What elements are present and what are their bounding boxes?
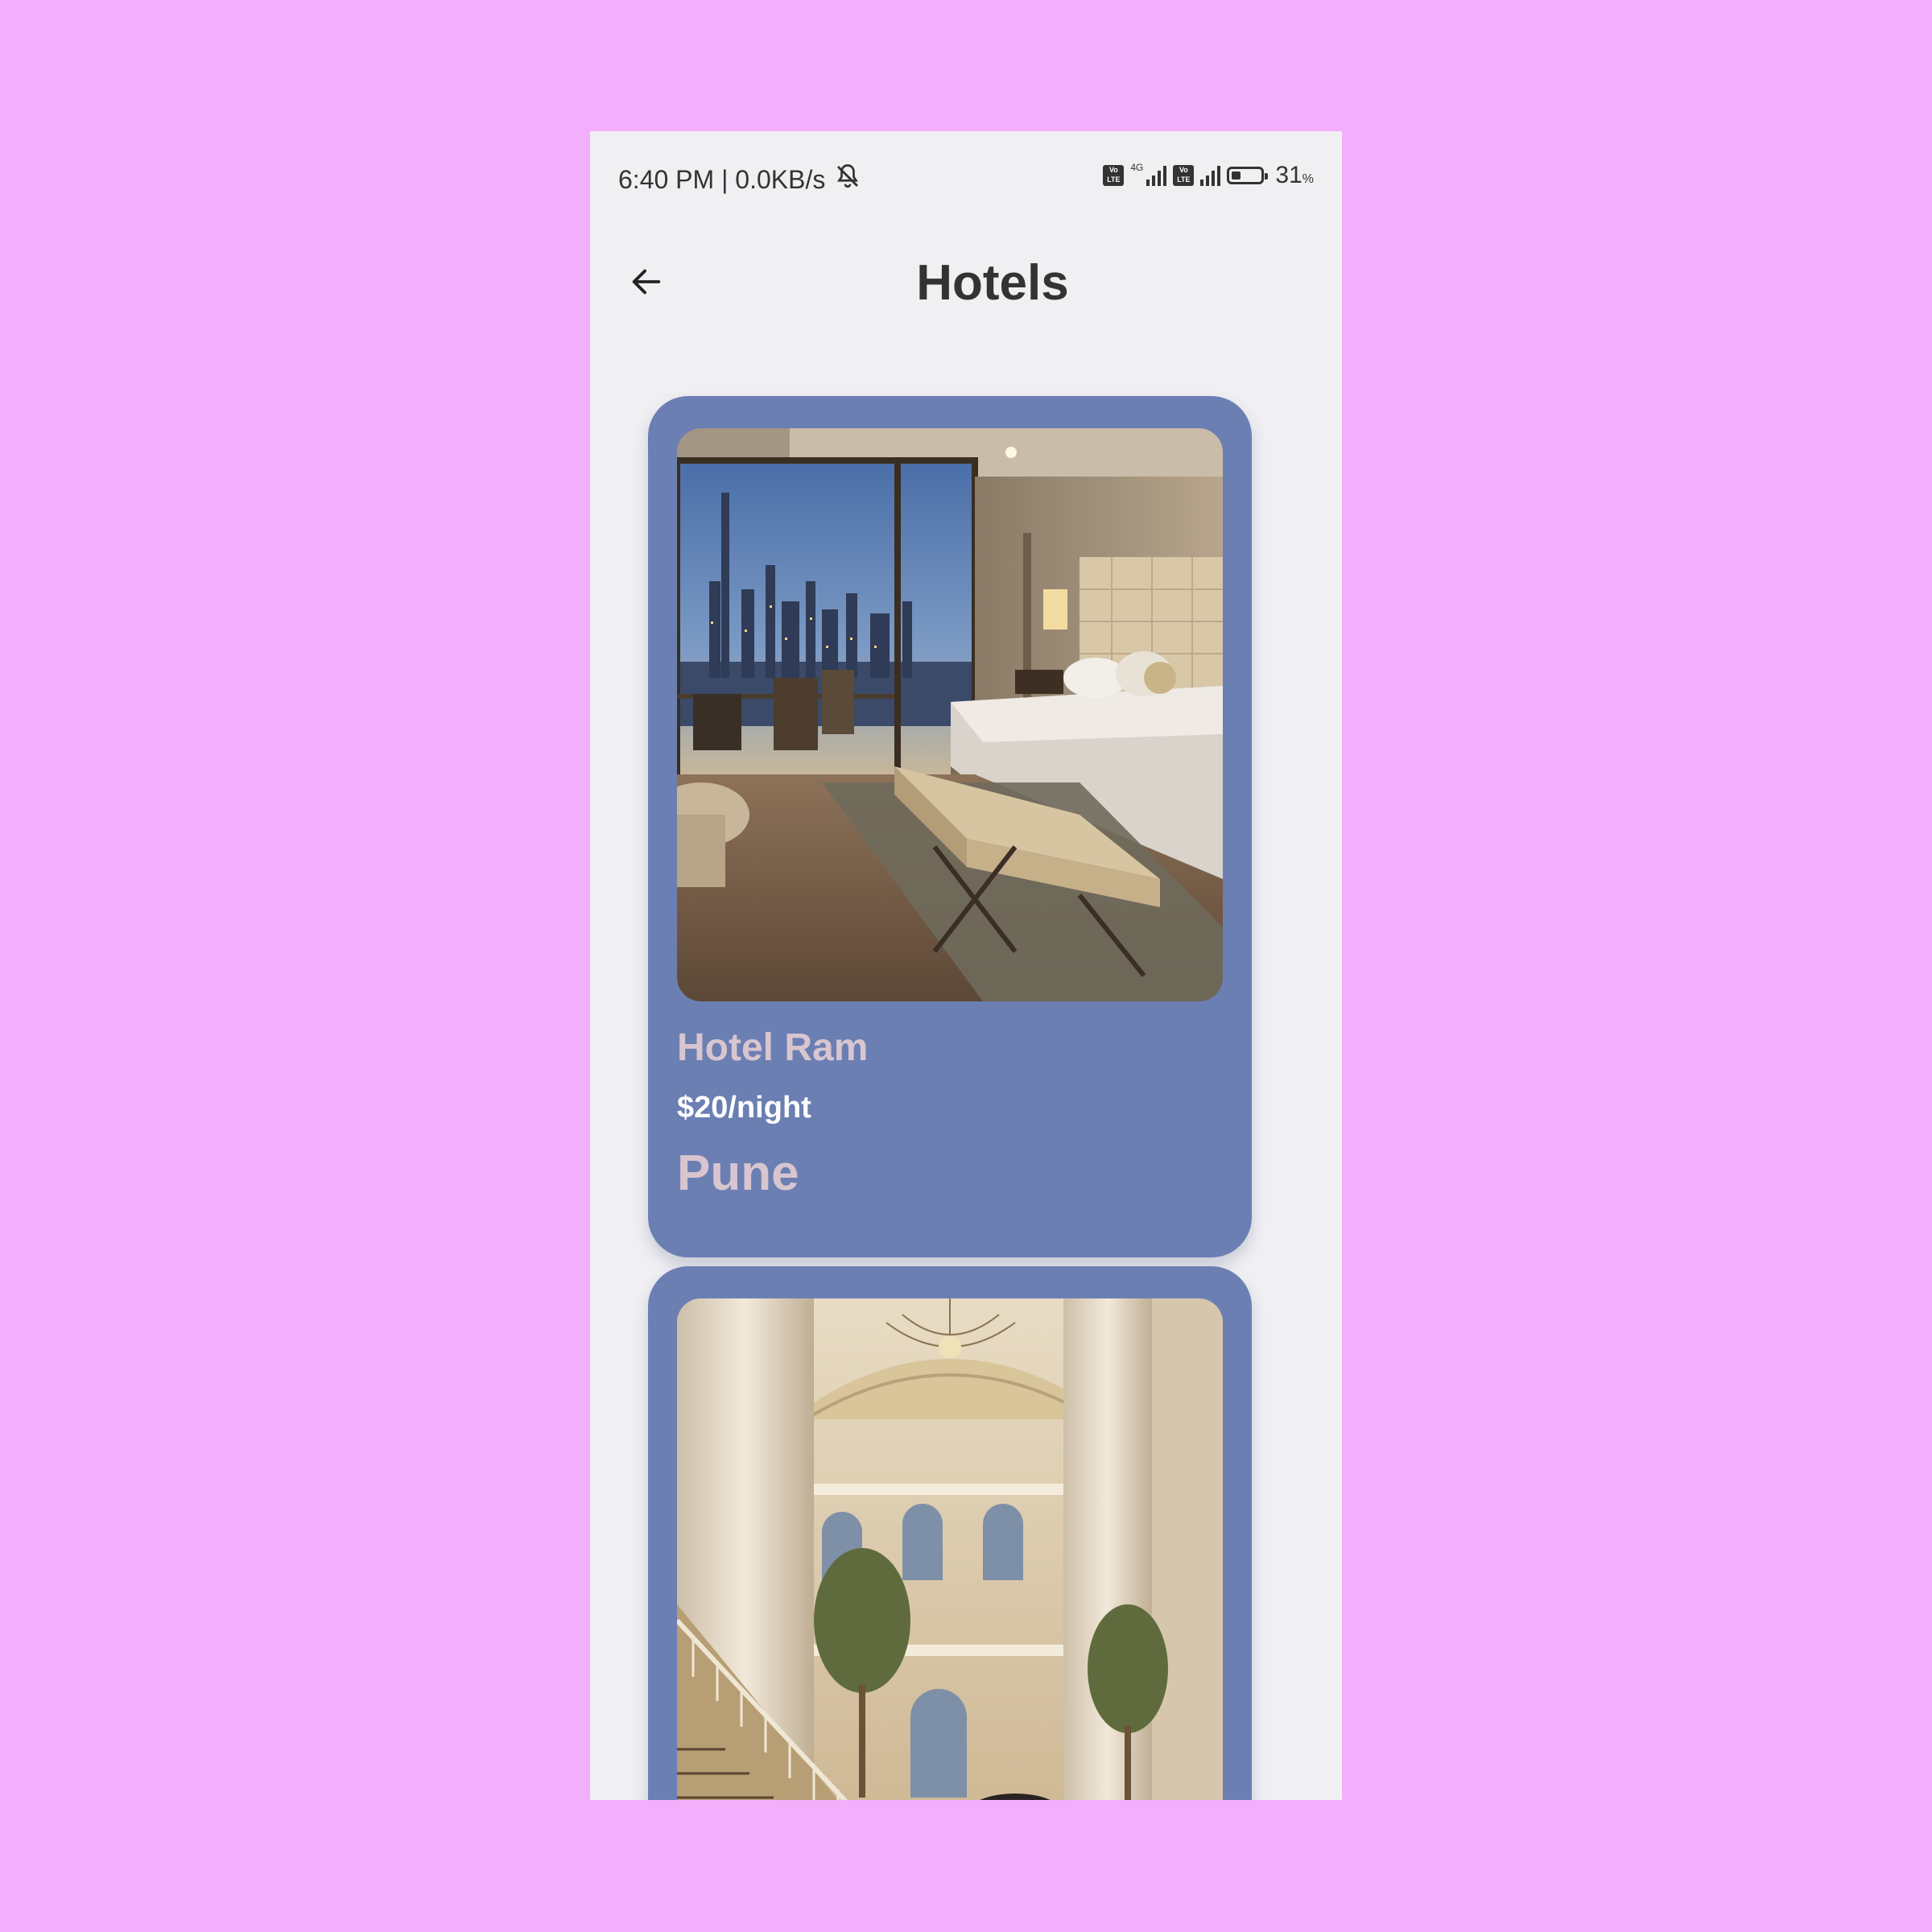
hotel-city: Pune <box>677 1146 799 1201</box>
battery-fill <box>1232 171 1241 180</box>
hotel-name: Hotel Ram <box>677 1026 869 1069</box>
battery-percent: 31% <box>1275 162 1314 188</box>
status-bar: 6:40 PM | 0.0KB/s Vo LTE 4G Vo LTE 31% <box>590 131 1342 224</box>
hotel-card[interactable]: Hotel Ram $20/night Pune <box>648 396 1252 1257</box>
status-left: 6:40 PM | 0.0KB/s <box>618 162 862 197</box>
signal-strength-icon-2 <box>1200 165 1221 186</box>
page-title: Hotels <box>916 255 1069 311</box>
mute-bell-icon <box>833 162 862 197</box>
signal-strength-icon <box>1146 165 1167 186</box>
status-time-speed: 6:40 PM | 0.0KB/s <box>618 164 826 194</box>
volte-icon: Vo LTE <box>1103 165 1125 186</box>
hotel-lobby-image <box>677 1298 1223 1800</box>
phone-screen: 6:40 PM | 0.0KB/s Vo LTE 4G Vo LTE 31% H… <box>590 131 1342 1800</box>
hotel-room-image <box>677 428 1223 1001</box>
app-bar: Hotels <box>590 224 1342 353</box>
network-type: 4G <box>1130 162 1144 173</box>
battery-icon <box>1227 167 1269 184</box>
volte-icon-2: Vo LTE <box>1173 165 1195 186</box>
status-right: Vo LTE 4G Vo LTE 31% <box>1103 162 1314 189</box>
hotel-card[interactable] <box>648 1266 1252 1800</box>
hotel-price: $20/night <box>677 1091 811 1125</box>
